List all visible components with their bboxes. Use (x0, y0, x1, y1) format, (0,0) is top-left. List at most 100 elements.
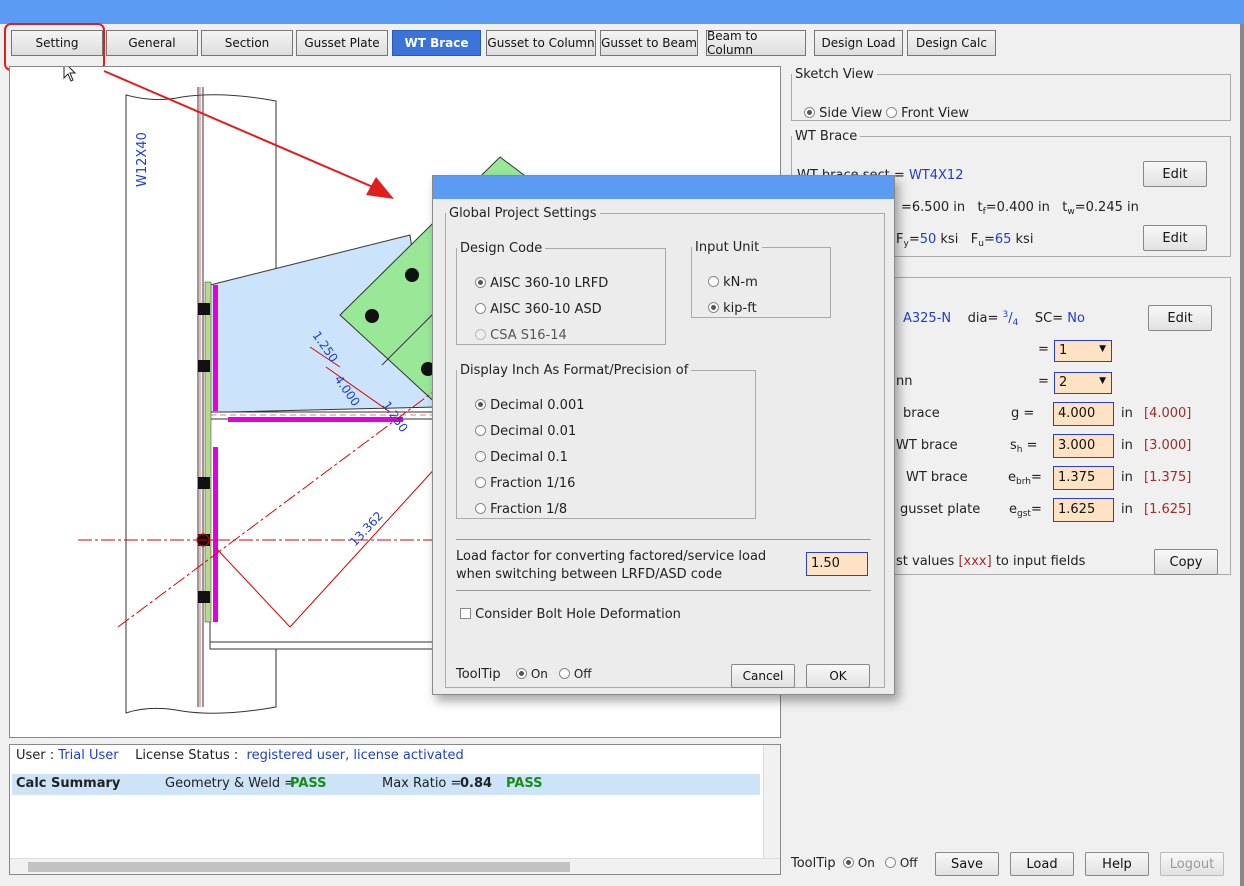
unit-option-kn-m[interactable]: kN-m (708, 275, 758, 290)
load-button[interactable]: Load (1010, 852, 1074, 876)
max-ratio-status: PASS (506, 776, 543, 791)
user-value: Trial User (58, 748, 119, 763)
side-view-label: Side View (819, 106, 883, 121)
g-input[interactable]: 4.000 (1053, 402, 1114, 426)
max-ratio-value: 0.84 (460, 776, 493, 791)
fy-value: 50 (919, 232, 937, 247)
format-option-001[interactable]: Decimal 0.01 (475, 424, 576, 439)
tab-design-load[interactable]: Design Load (814, 30, 903, 56)
sketch-view-group: Sketch View Side View Front View (791, 67, 1231, 121)
edit-material-button[interactable]: Edit (1143, 225, 1207, 251)
vertical-scrollbar[interactable] (763, 745, 780, 858)
ebrh-unit: in (1121, 470, 1133, 485)
ebrh-label: WT brace (906, 470, 968, 485)
bolt-hole-checkbox[interactable] (460, 608, 471, 619)
format-option-0001[interactable]: Decimal 0.001 (475, 398, 585, 413)
save-button[interactable]: Save (935, 852, 999, 876)
tab-general[interactable]: General (106, 30, 198, 56)
sc-label: SC= (1034, 311, 1064, 326)
edit-bolt-button[interactable]: Edit (1148, 305, 1212, 331)
fu-eq: = (983, 232, 995, 247)
g-ref: [4.000] (1144, 406, 1192, 421)
col-eq: = (1038, 374, 1049, 389)
logout-button[interactable]: Logout (1160, 852, 1224, 876)
annotation-arrow-head (366, 177, 394, 199)
side-view-radio[interactable] (804, 107, 815, 118)
ok-button[interactable]: OK (806, 664, 870, 688)
sh-label: WT brace (896, 438, 958, 453)
wt-brace-legend: WT Brace (795, 129, 858, 144)
load-factor-input[interactable]: 1.50 (806, 552, 868, 576)
help-button[interactable]: Help (1085, 852, 1149, 876)
column-bolt-3 (198, 477, 210, 489)
front-view-radio[interactable] (886, 107, 897, 118)
global-settings-dialog: Global Project Settings Design Code AISC… (432, 175, 895, 695)
tab-gusset-to-column[interactable]: Gusset to Column (486, 30, 596, 56)
horizontal-scrollbar[interactable] (10, 858, 780, 874)
ebrh-input[interactable]: 1.375 (1053, 466, 1114, 490)
dialog-tooltip-off[interactable]: Off (559, 667, 592, 681)
scroll-thumb[interactable] (28, 862, 570, 872)
user-row: User : Trial User License Status : regis… (16, 748, 464, 763)
column-label: W12X40 (135, 132, 150, 187)
front-view-option[interactable]: Front View (886, 106, 969, 121)
wt-brace-sect-value: WT4X12 (908, 168, 964, 183)
rows-select[interactable]: 1 (1054, 340, 1112, 362)
g-sym: g = (1011, 406, 1035, 421)
col-label: nn (896, 374, 913, 389)
highlight-annotation (4, 23, 105, 71)
side-view-option[interactable]: Side View (804, 106, 882, 121)
code-option-lrfd[interactable]: AISC 360-10 LRFD (475, 276, 608, 291)
input-unit-legend: Input Unit (695, 240, 760, 255)
status-panel: User : Trial User License Status : regis… (9, 744, 781, 875)
tab-gusset-to-beam[interactable]: Gusset to Beam (600, 30, 698, 56)
format-option-1-16[interactable]: Fraction 1/16 (475, 476, 575, 491)
column-bolt-2 (198, 360, 210, 372)
edit-section-button[interactable]: Edit (1143, 161, 1207, 187)
load-factor-label-1: Load factor for converting factored/serv… (456, 549, 767, 564)
bolt-hole-option[interactable]: Consider Bolt Hole Deformation (460, 607, 681, 622)
display-format-legend: Display Inch As Format/Precision of (460, 363, 689, 378)
format-option-01[interactable]: Decimal 0.1 (475, 450, 568, 465)
display-format-group: Display Inch As Format/Precision of Deci… (456, 363, 756, 519)
egst-sym: egst= (1009, 502, 1042, 519)
dialog-tooltip-on[interactable]: On (516, 667, 548, 681)
tab-beam-to-column[interactable]: Beam to Column (706, 29, 806, 57)
window-title-bar (0, 0, 1244, 24)
weld-gusset-column (213, 285, 218, 411)
weld-beam-column (213, 447, 218, 622)
design-code-group: Design Code AISC 360-10 LRFD AISC 360-10… (456, 241, 666, 345)
copy-hint: st values [xxx] to input fields (896, 554, 1086, 569)
geometry-status: PASS (290, 776, 327, 791)
cancel-button[interactable]: Cancel (731, 664, 795, 688)
format-option-1-8[interactable]: Fraction 1/8 (475, 502, 567, 517)
dialog-title-bar[interactable] (433, 176, 894, 199)
tab-gusset-plate[interactable]: Gusset Plate (296, 30, 388, 56)
egst-ref: [1.625] (1144, 502, 1192, 517)
code-option-asd[interactable]: AISC 360-10 ASD (475, 302, 602, 317)
load-factor-divider-bottom (456, 590, 871, 591)
g-label: brace (903, 406, 940, 421)
license-value: registered user, license activated (246, 748, 464, 763)
egst-unit: in (1121, 502, 1133, 517)
sh-input[interactable]: 3.000 (1053, 434, 1114, 458)
fu-value: 65 (994, 232, 1012, 247)
tab-section[interactable]: Section (201, 30, 293, 56)
dialog-tooltip-label: ToolTip (456, 667, 501, 682)
code-option-csa[interactable]: CSA S16-14 (475, 328, 567, 343)
unit-option-kip-ft[interactable]: kip-ft (708, 301, 757, 316)
columns-select[interactable]: 2 (1054, 372, 1112, 394)
tw-sub: w (1067, 207, 1075, 217)
tab-wt-brace[interactable]: WT Brace (392, 30, 481, 56)
window-edge (1240, 24, 1244, 886)
copy-button[interactable]: Copy (1154, 549, 1218, 575)
footer-tooltip-off[interactable]: Off (885, 856, 918, 870)
material-row: Fy=50 ksi Fu=65 ksi (896, 232, 1033, 249)
column-bolt-1 (198, 303, 210, 315)
ebrh-ref: [1.375] (1144, 470, 1192, 485)
sh-sym: sh = (1010, 438, 1038, 455)
footer-tooltip-on[interactable]: On (843, 856, 875, 870)
tab-design-calc[interactable]: Design Calc (907, 30, 996, 56)
egst-input[interactable]: 1.625 (1053, 498, 1114, 522)
egst-label: gusset plate (900, 502, 981, 517)
